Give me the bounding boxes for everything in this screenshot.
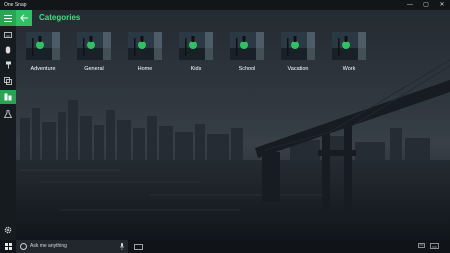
person-photo-thumbnail [26,32,60,60]
task-view-icon [133,243,143,250]
person-photo-thumbnail [281,32,315,60]
microphone-icon[interactable] [119,243,125,250]
nav-sidebar [0,10,16,240]
maximize-button[interactable]: ▢ [418,0,434,10]
category-tile-vacation[interactable]: Vacation [279,32,317,74]
windows-logo-icon [4,243,12,250]
category-label: General [84,66,104,72]
copy-icon [4,77,12,85]
close-button[interactable]: ✕ [434,0,450,10]
hamburger-menu-button[interactable] [0,10,16,26]
nav-item-mouse[interactable] [0,43,16,57]
action-center-icon[interactable] [418,243,425,249]
person-photo-thumbnail [230,32,264,60]
system-tray [410,240,450,253]
keyboard-tray-icon[interactable] [430,243,439,249]
person-photo-thumbnail [332,32,366,60]
category-label: School [238,66,256,72]
cortana-icon [20,243,27,250]
category-label: Vacation [287,66,309,72]
category-thumbnail [77,32,111,60]
category-grid: Adventure General Home Kids School Vacat… [24,32,424,82]
mouse-icon [5,46,11,54]
flask-icon [4,110,12,118]
nav-item-categories[interactable] [0,90,16,104]
nav-item-lab[interactable] [0,107,16,121]
category-tile-work[interactable]: Work [330,32,368,74]
settings-icon [4,226,12,234]
category-label: Work [342,66,356,72]
category-tile-home[interactable]: Home [126,32,164,74]
person-photo-thumbnail [77,32,111,60]
category-tile-kids[interactable]: Kids [177,32,215,74]
category-tile-adventure[interactable]: Adventure [24,32,62,74]
back-arrow-icon [19,14,28,22]
nav-item-keyboard[interactable] [0,28,16,42]
nav-item-copy[interactable] [0,74,16,88]
hamburger-icon [4,14,12,22]
app-title: One Snap [4,2,27,8]
search-placeholder: Ask me anything [30,243,67,249]
pin-icon [5,61,11,69]
categories-icon [4,93,12,101]
nav-item-settings[interactable] [0,223,16,237]
title-bar: One Snap — ▢ ✕ [0,0,450,10]
category-label: Adventure [30,66,56,72]
person-photo-thumbnail [128,32,162,60]
category-thumbnail [230,32,264,60]
category-label: Kids [190,66,202,72]
start-button[interactable] [0,240,16,253]
category-thumbnail [332,32,366,60]
category-label: Home [137,66,153,72]
app-window: One Snap — ▢ ✕ Categories Adventure Gene… [0,0,450,240]
page-title: Categories [39,13,81,22]
category-thumbnail [128,32,162,60]
back-button[interactable] [16,10,32,26]
category-thumbnail [26,32,60,60]
person-photo-thumbnail [179,32,213,60]
minimize-button[interactable]: — [402,0,418,10]
task-view-button[interactable] [131,240,145,253]
category-tile-general[interactable]: General [75,32,113,74]
keyboard-icon [4,32,12,38]
category-thumbnail [281,32,315,60]
category-tile-school[interactable]: School [228,32,266,74]
cortana-search-box[interactable]: Ask me anything [16,240,128,253]
category-thumbnail [179,32,213,60]
taskbar: Ask me anything [0,240,450,253]
